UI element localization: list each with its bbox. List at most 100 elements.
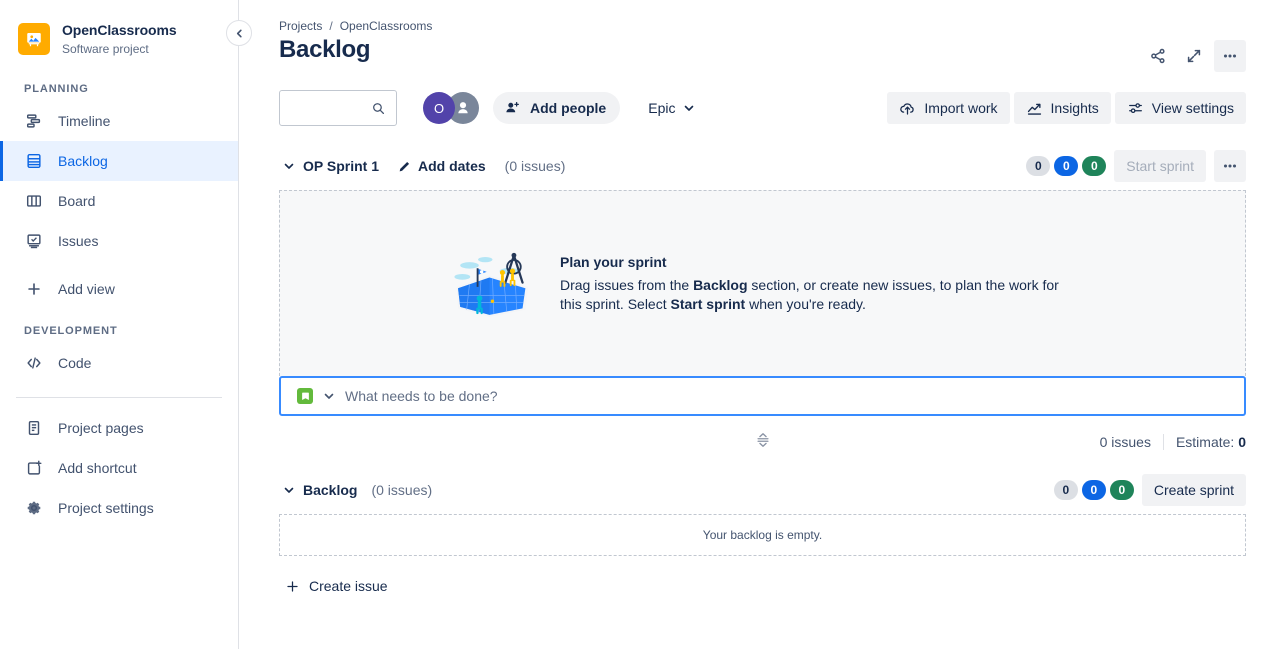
sidebar-item-label: Board [58,192,96,209]
sidebar-section-planning: PLANNING [24,82,89,95]
search-input[interactable] [290,100,371,116]
sprint-collapse-toggle[interactable] [279,156,299,176]
more-actions-button[interactable] [1214,40,1246,72]
empty-body-bold2: Start sprint [670,295,746,312]
toolbar-right-actions: Import work Insights View settings [887,92,1246,124]
sprint-footer: 0 issues Estimate: 0 [279,430,1246,454]
plus-icon [24,279,44,299]
estimate-label: Estimate: [1175,434,1239,450]
search-icon [373,102,385,114]
breadcrumb-openclassrooms[interactable]: OpenClassrooms [340,19,433,33]
import-work-button[interactable]: Import work [887,92,1010,124]
resize-handle-icon[interactable] [754,431,772,454]
search-box[interactable] [279,90,397,126]
sidebar-section-development: DEVELOPMENT [24,324,118,337]
backlog-empty-message: Your backlog is empty. [279,514,1246,556]
sprint-status-badges: 0 0 0 [1026,156,1107,176]
start-sprint-button[interactable]: Start sprint [1114,150,1206,182]
pages-icon [24,418,44,438]
project-avatar [18,23,50,56]
add-dates-button[interactable]: Add dates [393,155,491,177]
breadcrumb: Projects / OpenClassrooms [279,16,1246,33]
insights-label: Insights [1050,100,1099,116]
empty-body-part3: when you're ready. [745,295,866,312]
status-badge-done[interactable]: 0 [1082,156,1107,176]
sidebar-item-backlog[interactable]: Backlog [0,140,238,181]
sidebar-collapse-button[interactable] [226,20,252,46]
pencil-icon [399,161,410,172]
status-badge-done[interactable]: 0 [1109,480,1134,500]
sidebar-item-issues[interactable]: Issues [0,221,238,261]
epic-filter-label: Epic [648,100,676,116]
breadcrumb-separator: / [329,19,333,33]
chevron-down-icon [284,163,294,169]
sidebar-item-label: Backlog [58,152,108,169]
sprint-issues-text: 0 issues [1099,434,1151,450]
epic-filter-dropdown[interactable]: Epic [640,92,703,124]
chevron-down-icon [685,105,694,111]
share-icon [1151,48,1165,64]
plus-icon [287,580,298,592]
sprint-header-actions: 0 0 0 Start sprint [1026,150,1246,182]
expand-button[interactable] [1178,40,1210,72]
project-type: Software project [62,41,149,56]
status-badge-inprogress[interactable]: 0 [1081,480,1106,500]
create-issue-label: Create issue [309,578,388,594]
image-placeholder-icon [27,33,41,47]
sidebar-item-code[interactable]: Code [0,343,238,383]
issue-type-dropdown[interactable] [323,390,335,402]
status-badge-inprogress[interactable]: 0 [1054,156,1079,176]
more-horizontal-icon [1223,164,1237,168]
status-badge-todo[interactable]: 0 [1026,156,1051,176]
sidebar-item-label: Project settings [58,499,154,516]
insights-button[interactable]: Insights [1013,92,1111,124]
sidebar-item-add-shortcut[interactable]: Add shortcut [0,448,238,488]
story-icon[interactable] [297,388,313,404]
sidebar-item-add-view[interactable]: Add view [0,269,238,309]
sidebar-item-label: Add view [58,280,115,297]
sidebar-divider [16,396,222,398]
add-dates-label: Add dates [417,158,486,174]
sidebar-item-project-pages[interactable]: Project pages [0,408,238,448]
import-work-label: Import work [924,100,998,116]
map-and-compass-illustration [454,252,529,317]
status-badge-todo[interactable]: 0 [1053,480,1078,500]
chevron-down-icon [324,393,334,399]
create-sprint-button[interactable]: Create sprint [1141,474,1246,506]
add-people-label: Add people [530,100,607,116]
page-title: Backlog [279,36,371,63]
project-name: OpenClassrooms [62,22,177,38]
sprint-dropzone[interactable]: Plan your sprint Drag issues from the Ba… [279,190,1246,376]
timeline-icon [24,111,44,131]
person-icon [458,102,468,114]
person-add-icon [506,101,519,112]
sprint-create-issue-row[interactable] [279,376,1246,416]
sidebar-item-label: Code [58,354,92,371]
empty-state-title: Plan your sprint [560,253,667,270]
share-button[interactable] [1142,40,1174,72]
view-settings-button[interactable]: View settings [1114,92,1246,124]
avatar-group: O [423,92,479,124]
project-header[interactable]: OpenClassrooms Software project [0,0,238,67]
backlog-status-badges: 0 0 0 [1053,480,1134,500]
code-icon [24,353,44,373]
create-issue-input[interactable] [345,388,1230,404]
backlog-collapse-toggle[interactable] [279,480,299,500]
view-settings-label: View settings [1151,100,1234,116]
sidebar-item-timeline[interactable]: Timeline [0,101,238,141]
main-content: Projects / OpenClassrooms Backlog O Add … [239,0,1262,649]
breadcrumb-projects[interactable]: Projects [279,19,322,33]
chevron-left-icon [236,29,242,37]
sidebar-item-project-settings[interactable]: Project settings [0,488,238,528]
sprint-header: OP Sprint 1 Add dates (0 issues) 0 0 0 S… [279,150,1246,182]
more-horizontal-icon [1223,54,1237,58]
chevron-down-icon [284,487,294,493]
avatar[interactable]: O [423,92,455,124]
sprint-footer-stats: 0 issues Estimate: 0 [1100,434,1246,450]
sidebar-item-label: Add shortcut [58,459,137,476]
sprint-more-button[interactable] [1214,150,1246,182]
sprint-name: OP Sprint 1 [303,158,379,174]
create-issue-button[interactable]: Create issue [279,570,398,602]
add-people-button[interactable]: Add people [493,92,621,124]
sidebar-item-board[interactable]: Board [0,181,238,221]
